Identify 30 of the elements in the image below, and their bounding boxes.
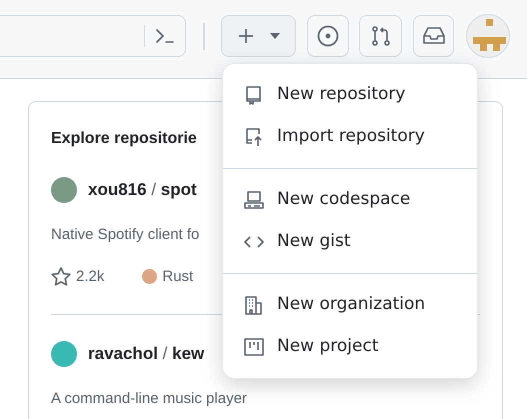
menu-item[interactable]: New codespace bbox=[223, 179, 477, 221]
issues-button[interactable] bbox=[307, 15, 349, 57]
repo-description: Native Spotify client fo bbox=[51, 225, 200, 245]
star-count: 2.2k bbox=[76, 266, 104, 286]
search-field[interactable] bbox=[0, 15, 186, 57]
menu-item[interactable]: New project bbox=[223, 326, 477, 368]
repo-description: A command-line music player bbox=[51, 389, 247, 409]
codespace-icon bbox=[243, 190, 265, 210]
repo-link[interactable]: xou816 / spot bbox=[88, 177, 197, 203]
menu-item[interactable]: Import repository bbox=[223, 116, 477, 158]
owner-avatar bbox=[51, 177, 77, 203]
create-new-button[interactable] bbox=[221, 15, 296, 57]
pull-request-icon bbox=[370, 26, 390, 46]
owner-avatar bbox=[51, 341, 77, 367]
card-title: Explore repositorie bbox=[51, 129, 197, 149]
menu-item[interactable]: New organization bbox=[223, 284, 477, 326]
menu-item[interactable]: New gist bbox=[223, 221, 477, 263]
menu-item[interactable]: New repository bbox=[223, 74, 477, 116]
caret-icon bbox=[270, 33, 280, 39]
pull-requests-button[interactable] bbox=[359, 15, 402, 57]
issue-icon bbox=[317, 25, 339, 47]
language-name: Rust bbox=[162, 266, 194, 286]
plus-icon bbox=[238, 28, 254, 44]
building-icon bbox=[243, 294, 265, 316]
star-icon bbox=[51, 267, 71, 286]
inbox-icon bbox=[422, 27, 444, 45]
repo-link[interactable]: ravachol / kew bbox=[88, 341, 204, 367]
inbox-button[interactable] bbox=[413, 15, 454, 57]
terminal-icon bbox=[155, 28, 175, 44]
project-board-icon bbox=[243, 336, 265, 358]
